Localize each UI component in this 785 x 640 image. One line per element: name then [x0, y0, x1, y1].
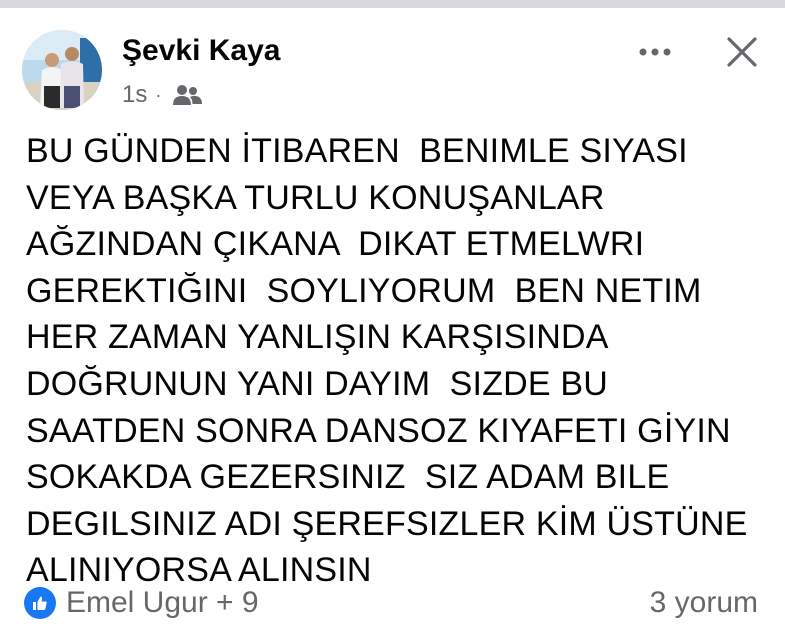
author-avatar[interactable] [22, 30, 102, 110]
post-text-line: SAATDEN SONRA DANSOZ KIYAFETI GİYIN [26, 411, 731, 450]
post-text-line: AĞZINDAN ÇIKANA DIKAT ETMELWRI [26, 225, 645, 264]
friends-icon[interactable] [171, 83, 203, 107]
reactions-summary[interactable]: Emel Ugur + 9 [24, 586, 259, 620]
comments-count[interactable]: 3 yorum [650, 586, 758, 620]
reactions-text: Emel Ugur + 9 [66, 586, 259, 619]
post-timestamp[interactable]: 1s [122, 81, 147, 109]
meta-separator: · [155, 84, 162, 105]
top-divider [0, 0, 785, 8]
post-text-line: HER ZAMAN YANLIŞIN KARŞISINDA [26, 318, 609, 357]
close-icon [727, 37, 757, 67]
post-text: BU GÜNDEN İTIBAREN BENIMLE SIYASI VEYA B… [26, 128, 771, 594]
post-text-line: DOĞRUNUN YANI DAYIM SIZDE BU [26, 364, 608, 403]
post-text-line: VEYA BAŞKA TURLU KONUŞANLAR [26, 178, 605, 217]
more-options-button[interactable] [630, 30, 680, 74]
post-text-line: BU GÜNDEN İTIBAREN BENIMLE SIYASI [26, 132, 688, 170]
more-options-icon [639, 48, 671, 56]
post-footer: Emel Ugur + 9 3 yorum [0, 580, 785, 630]
author-name[interactable]: Şevki Kaya [122, 34, 280, 68]
post-card: Şevki Kaya 1s · BU GÜNDEN İTIBAREN BENIM… [0, 0, 785, 640]
close-button[interactable] [718, 28, 766, 76]
post-text-line: DEGILSINIZ ADI ŞEREFSIZLER KİM ÜSTÜNE [26, 504, 748, 543]
post-text-line: SOKAKDA GEZERSINIZ SIZ ADAM BILE [26, 458, 670, 497]
post-meta: 1s · [122, 80, 203, 110]
post-text-line: GEREKTIĞINI SOYLIYORUM BEN NETIM [26, 271, 702, 310]
like-icon [24, 587, 56, 619]
avatar-photo [22, 30, 102, 110]
